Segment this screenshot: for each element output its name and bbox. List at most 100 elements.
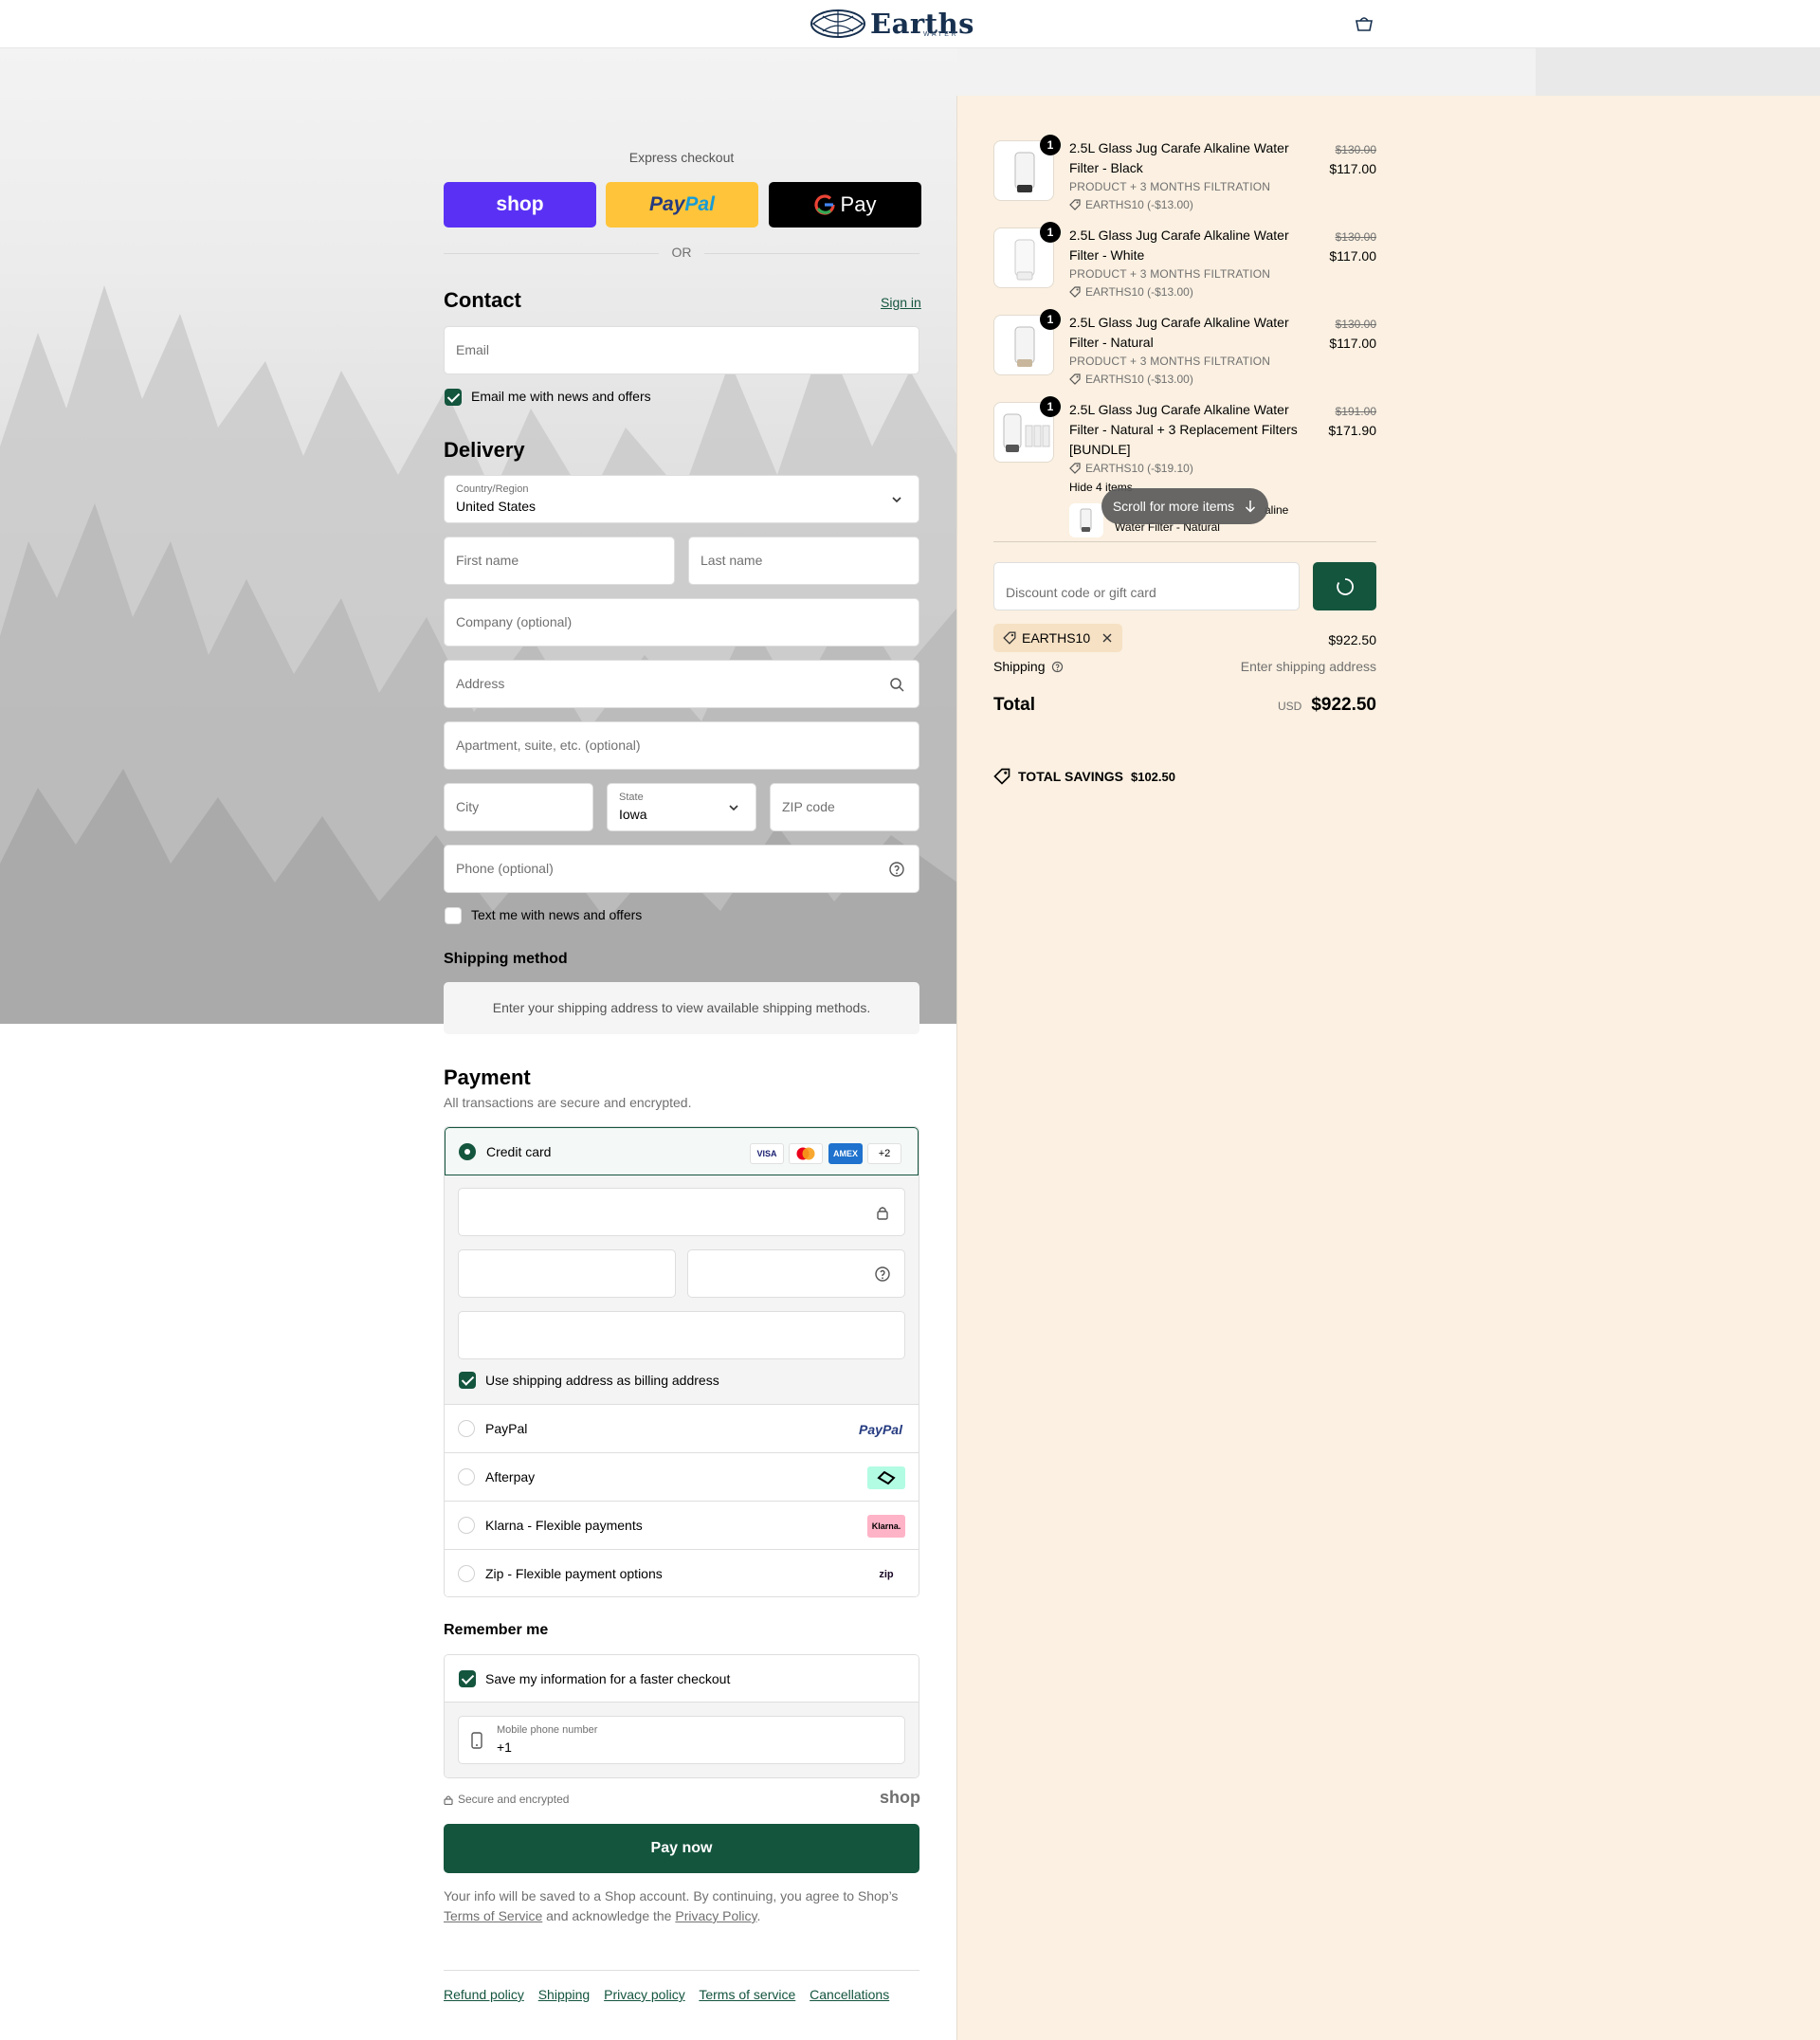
security-code-field[interactable]	[687, 1249, 905, 1298]
visa-icon: VISA	[750, 1143, 784, 1164]
help-icon[interactable]	[874, 1266, 891, 1283]
zip-radio[interactable]	[458, 1565, 475, 1582]
billing-address-checkbox[interactable]	[459, 1372, 476, 1389]
state-select[interactable]: State Iowa	[607, 783, 756, 831]
city-placeholder: City	[456, 799, 480, 814]
name-on-card-field[interactable]	[458, 1311, 905, 1359]
paypal-option[interactable]: PayPal PayPal	[445, 1404, 919, 1452]
brand-logo[interactable]: Earths WATER	[810, 8, 1012, 40]
afterpay-logo-icon: afterpay	[867, 1466, 905, 1489]
terms-of-service-footer-link[interactable]: Terms of service	[699, 1987, 795, 2002]
credit-card-option[interactable]: Credit card VISA AMEX +2	[445, 1127, 919, 1175]
quantity-badge: 1	[1040, 135, 1061, 155]
more-cards-badge: +2	[867, 1143, 901, 1164]
payment-methods: Credit card VISA AMEX +2 Use shipping ad…	[444, 1126, 919, 1597]
or-label: OR	[671, 245, 692, 260]
save-info-checkbox[interactable]	[459, 1670, 476, 1687]
last-name-placeholder: Last name	[701, 553, 763, 568]
mobile-phone-label: Mobile phone number	[497, 1724, 598, 1736]
paypal-option-label: PayPal	[485, 1421, 528, 1436]
help-icon[interactable]	[888, 861, 905, 878]
brand-sub: WATER	[923, 31, 958, 38]
tag-icon	[993, 768, 1010, 785]
country-label: Country/Region	[456, 483, 529, 495]
quantity-badge: 1	[1040, 222, 1061, 243]
google-pay-button[interactable]: Pay	[769, 182, 921, 228]
company-field[interactable]: Company (optional)	[444, 598, 919, 647]
paypal-logo-icon: PayPal	[859, 1422, 902, 1437]
apartment-placeholder: Apartment, suite, etc. (optional)	[456, 738, 641, 753]
spinner-icon	[1337, 578, 1354, 595]
klarna-radio[interactable]	[458, 1517, 475, 1534]
zip-field[interactable]: ZIP code	[770, 783, 919, 831]
discount-code-field[interactable]: Discount code or gift card	[993, 562, 1300, 610]
quantity-badge: 1	[1040, 396, 1061, 417]
billing-address-label: Use shipping address as billing address	[485, 1373, 719, 1388]
first-name-placeholder: First name	[456, 553, 519, 568]
afterpay-radio[interactable]	[458, 1468, 475, 1485]
paypal-label-b: Pal	[684, 193, 715, 215]
scroll-more-items-button[interactable]: Scroll for more items	[1101, 488, 1268, 524]
top-strip-right	[1536, 48, 1820, 96]
line-price: $117.00	[1329, 248, 1376, 264]
shop-logo: shop	[880, 1788, 920, 1807]
expiry-field[interactable]	[458, 1249, 676, 1298]
privacy-policy-footer-link[interactable]: Privacy policy	[604, 1987, 685, 2002]
shop-pay-button[interactable]: shop	[444, 182, 596, 228]
mobile-icon	[471, 1732, 482, 1749]
country-select[interactable]: Country/Region United States	[444, 475, 919, 523]
mobile-phone-field[interactable]: Mobile phone number +1	[458, 1716, 905, 1764]
phone-field[interactable]: Phone (optional)	[444, 845, 919, 893]
email-field[interactable]: Email	[444, 326, 919, 374]
address-placeholder: Address	[456, 676, 505, 691]
credit-card-form: Use shipping address as billing address	[445, 1175, 919, 1404]
total-savings-value: $102.50	[1130, 769, 1175, 784]
refund-policy-link[interactable]: Refund policy	[444, 1987, 524, 2002]
phone-placeholder: Phone (optional)	[456, 861, 554, 876]
apartment-field[interactable]: Apartment, suite, etc. (optional)	[444, 721, 919, 770]
product-thumbnail	[1069, 503, 1103, 537]
credit-card-radio[interactable]	[459, 1143, 476, 1160]
cancellations-link[interactable]: Cancellations	[810, 1987, 889, 2002]
bag-icon[interactable]	[1354, 15, 1374, 32]
product-variant: PRODUCT + 3 MONTHS FILTRATION	[1069, 180, 1271, 193]
last-name-field[interactable]: Last name	[688, 537, 919, 585]
save-info-row[interactable]: Save my information for a faster checkou…	[445, 1655, 919, 1702]
city-field[interactable]: City	[444, 783, 593, 831]
help-icon[interactable]	[1051, 661, 1064, 673]
shipping-method-heading: Shipping method	[444, 951, 568, 967]
afterpay-option[interactable]: Afterpay afterpay	[445, 1452, 919, 1501]
shipping-method-message: Enter your shipping address to view avai…	[492, 1000, 871, 1015]
terms-of-service-link[interactable]: Terms of Service	[444, 1908, 542, 1923]
address-field[interactable]: Address	[444, 660, 919, 708]
text-offers-checkbox[interactable]	[445, 907, 462, 924]
apply-discount-button[interactable]	[1313, 562, 1376, 610]
paypal-button[interactable]: Pay Pal	[606, 182, 758, 228]
product-discount-text: EARTHS10 (-$19.10)	[1085, 462, 1193, 475]
sign-in-link[interactable]: Sign in	[881, 295, 921, 310]
product-discount: EARTHS10 (-$13.00)	[1069, 285, 1193, 299]
close-icon[interactable]	[1101, 632, 1113, 644]
mastercard-icon	[789, 1143, 823, 1164]
first-name-field[interactable]: First name	[444, 537, 675, 585]
legal-text-b: and acknowledge the	[546, 1908, 672, 1923]
zip-option[interactable]: Zip - Flexible payment options zip	[445, 1549, 919, 1596]
applied-code-chip: EARTHS10	[993, 624, 1122, 652]
privacy-policy-link[interactable]: Privacy Policy	[675, 1908, 756, 1923]
news-checkbox[interactable]	[445, 389, 462, 406]
pay-now-button[interactable]: Pay now	[444, 1824, 919, 1873]
paypal-radio[interactable]	[458, 1420, 475, 1437]
arrow-down-icon	[1246, 501, 1256, 513]
shipping-link[interactable]: Shipping	[538, 1987, 591, 2002]
save-info-label: Save my information for a faster checkou…	[485, 1671, 731, 1686]
klarna-option[interactable]: Klarna - Flexible payments Klarna.	[445, 1501, 919, 1549]
express-checkout-title: Express checkout	[628, 150, 735, 165]
original-price: $191.00	[1335, 405, 1376, 418]
google-pay-label: Pay	[840, 192, 877, 216]
payment-subtitle: All transactions are secure and encrypte…	[444, 1095, 692, 1110]
product-discount: EARTHS10 (-$13.00)	[1069, 198, 1193, 211]
paypal-label-a: Pay	[649, 193, 685, 215]
remember-me-heading: Remember me	[444, 1622, 549, 1638]
card-number-field[interactable]	[458, 1188, 905, 1236]
amex-icon: AMEX	[828, 1143, 863, 1164]
